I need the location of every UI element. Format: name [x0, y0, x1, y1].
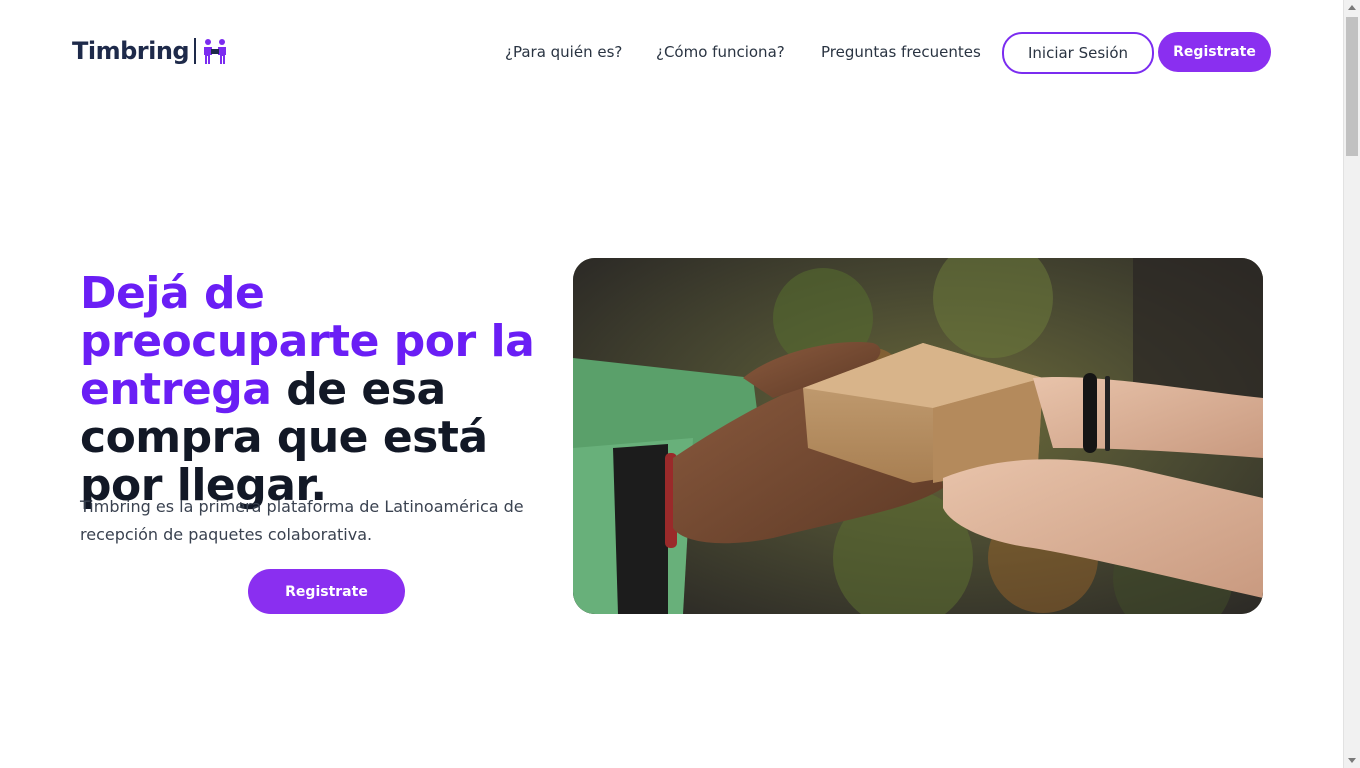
register-button-hero[interactable]: Registrate	[248, 569, 405, 614]
scroll-up-arrow-icon[interactable]	[1348, 5, 1356, 10]
scroll-thumb[interactable]	[1346, 17, 1358, 156]
package-handoff-photo	[573, 258, 1263, 614]
landing-page: Timbring ¿Para quién es? ¿Cómo funciona?…	[0, 0, 1343, 768]
nav-link-como-funciona[interactable]: ¿Cómo funciona?	[656, 32, 785, 72]
hero-title: Dejá de preocuparte por la entrega de es…	[80, 270, 570, 510]
login-button[interactable]: Iniciar Sesión	[1002, 32, 1154, 74]
nav-link-para-quien[interactable]: ¿Para quién es?	[505, 32, 622, 72]
register-button-header[interactable]: Registrate	[1158, 32, 1271, 72]
hero-description: Timbring es la primera plataforma de Lat…	[80, 497, 524, 544]
main-navigation: ¿Para quién es? ¿Cómo funciona? Pregunta…	[0, 32, 1343, 74]
nav-link-preguntas-frecuentes[interactable]: Preguntas frecuentes	[821, 32, 981, 72]
vertical-scrollbar[interactable]	[1343, 0, 1360, 768]
scroll-down-arrow-icon[interactable]	[1348, 758, 1356, 763]
